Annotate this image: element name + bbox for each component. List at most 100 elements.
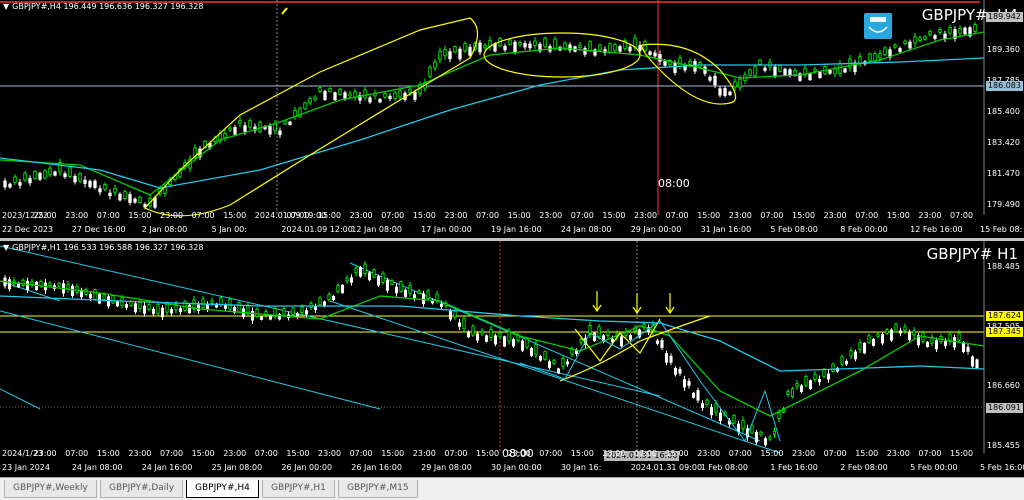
h1-candle [565, 361, 570, 365]
time-label: 07:00 [444, 449, 468, 458]
chart-tab[interactable]: GBPJPY#,Weekly [4, 480, 97, 498]
dropdown-triangle-icon[interactable]: ▼ [3, 243, 9, 252]
h4-candle [878, 53, 882, 59]
h1-candle [493, 335, 498, 345]
h1-candle [201, 298, 205, 308]
h1-candle [48, 282, 52, 286]
chart-tab[interactable]: GBPJPY#,M15 [338, 480, 418, 498]
time-label: 07:00 [634, 449, 658, 458]
h4-candle [638, 44, 642, 51]
time-label: 29 Jan 00:00 [630, 225, 682, 234]
h1-candle [561, 358, 565, 367]
time-label: 15:00 [950, 449, 974, 458]
h4-candle [303, 102, 307, 110]
h1-candle [439, 303, 444, 307]
h1-candle [21, 279, 25, 286]
h1-candle [381, 272, 385, 283]
h4-candle [118, 193, 122, 201]
time-label: 07:00 [254, 449, 278, 458]
h1-candle [111, 295, 115, 304]
h1-candle [795, 383, 799, 387]
h1-level-tag-1: 187.624 [985, 311, 1023, 321]
h1-candle [417, 290, 421, 294]
h4-candle [913, 36, 917, 44]
h1-candle [534, 343, 538, 355]
h1-arrow-mark [632, 293, 642, 315]
h1-candle [219, 297, 223, 306]
h4-candle [108, 192, 112, 197]
h1-candle [759, 431, 763, 436]
h1-candle [93, 289, 97, 300]
h4-candle [368, 97, 372, 103]
h4-candle [383, 93, 387, 98]
h4-candle [948, 26, 952, 34]
dropdown-triangle-icon[interactable]: ▼ [3, 2, 9, 11]
h1-candle [682, 379, 687, 388]
price-label: 186.660 [986, 381, 1020, 391]
h1-candle [934, 340, 939, 350]
h4-candle [543, 37, 547, 48]
h4-candle [643, 41, 647, 51]
time-label: 5 Feb 00:00 [910, 463, 958, 472]
h4-candle [78, 173, 82, 182]
h1-arrow-mark [592, 291, 602, 313]
h4-candle [73, 176, 77, 183]
time-label: 31 Jan 16:00 [700, 225, 752, 234]
h4-candle [478, 42, 482, 53]
h4-candle [608, 43, 612, 53]
h4-candle [408, 88, 412, 93]
chart-tab[interactable]: GBPJPY#,H1 [262, 480, 335, 498]
h4-fast-ma [0, 31, 985, 196]
h4-candle [463, 43, 467, 52]
h4-candle [268, 125, 272, 135]
h1-candle [925, 341, 930, 347]
h1-candle [696, 390, 700, 401]
h1-candle [408, 284, 412, 294]
h1-candle [390, 279, 394, 285]
h1-candle [678, 369, 682, 374]
h1-candle [754, 431, 759, 443]
time-label: 07:00 [760, 211, 784, 220]
h1-candle [88, 293, 93, 299]
h4-candle [588, 41, 592, 52]
h4-candle [808, 73, 812, 81]
time-label: 30 Jan 00:00 [491, 463, 542, 472]
h1-candle [25, 280, 30, 290]
h1-candle [129, 301, 133, 306]
h4-candle [63, 173, 67, 178]
price-label: 189.360 [986, 45, 1020, 54]
h1-candle [538, 356, 543, 361]
h1-candle [826, 373, 831, 380]
h1-candle [466, 331, 471, 338]
h4-candle [938, 29, 942, 33]
h4-candle [598, 44, 602, 51]
chart-tab[interactable]: GBPJPY#,Daily [100, 480, 184, 498]
h1-candle [421, 293, 426, 305]
h1-candle [489, 329, 493, 338]
h4-chart-pane[interactable]: ▼ GBPJPY#,H4 196.449 196.636 196.327 196.… [0, 0, 1024, 239]
time-label: 2024.01.31 09:00 [630, 463, 703, 472]
h4-candle [898, 48, 902, 52]
h1-candle [471, 325, 475, 336]
time-label: 12 Feb 16:00 [910, 225, 963, 234]
h1-candle [453, 310, 457, 318]
h1-candle [817, 378, 822, 383]
h4-candle [918, 37, 922, 41]
h4-candle [248, 120, 252, 128]
h1-channel-line [329, 300, 781, 454]
h1-chart-canvas[interactable] [0, 241, 1024, 477]
h4-candle [748, 69, 752, 76]
h1-candle [106, 296, 111, 307]
h4-candle [228, 127, 232, 131]
h1-candle [142, 305, 147, 314]
chart-tab[interactable]: GBPJPY#,H4 [186, 480, 259, 498]
smile-indicator-icon[interactable] [864, 13, 892, 39]
h4-candle [533, 40, 537, 46]
h1-candle [367, 272, 372, 281]
h1-candle [957, 332, 961, 341]
h1-chart-pane[interactable]: ▼ GBPJPY#,H1 196.533 196.588 196.327 196.… [0, 241, 1024, 477]
time-label: 07:00 [855, 211, 879, 220]
h1-candle [75, 285, 79, 293]
time-label: 23:00 [634, 211, 658, 220]
h1-candle [574, 350, 579, 354]
